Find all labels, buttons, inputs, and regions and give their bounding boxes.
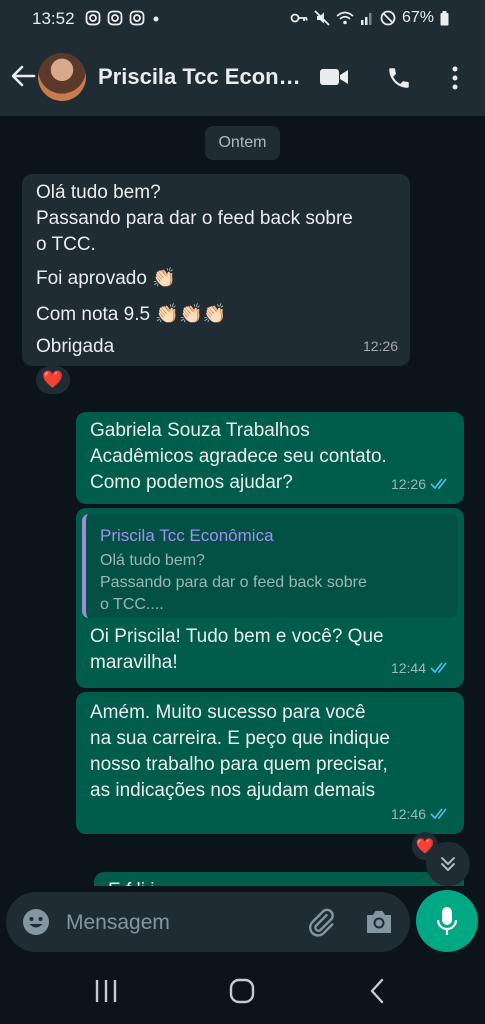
message-line: Como podemos ajudar? [90,472,293,493]
date-chip: Ontem [205,126,280,160]
message-line: Gabriela Souza Trabalhos [90,420,310,441]
voice-call-icon[interactable] [386,65,412,91]
home-icon[interactable] [229,978,255,1004]
back-arrow-icon[interactable] [10,63,36,89]
quoted-line: Olá tudo bem? [100,552,205,569]
message-line: na sua carreira. E peço que indique [90,728,390,749]
chat-area[interactable]: Ontem Olá tudo bem? Passando para dar o … [0,116,485,886]
message-line: Obrigada [36,336,115,357]
quoted-author: Priscila Tcc Econômica [100,526,274,545]
signal-icon [360,13,372,25]
message-time: 12:26 [390,476,426,492]
more-options-icon[interactable] [450,65,460,91]
message-time: 12:46 [390,806,426,822]
instagram-icon [85,10,101,26]
message-composer [6,892,410,952]
outgoing-message[interactable]: Amém. Muito sucesso para você na sua car… [76,692,464,834]
emoji-icon[interactable] [22,908,50,936]
message-line: Amém. Muito sucesso para você [90,702,366,723]
scroll-to-bottom-button[interactable] [426,842,470,886]
message-line: as indicações nos ajudam demais [90,780,376,801]
notification-icons [85,10,161,26]
battery-icon [440,10,449,25]
message-meta: 12:26 [391,471,452,497]
system-navigation-bar [0,960,485,1024]
outgoing-message-partial[interactable]: E f li i [94,872,464,886]
message-line: Com nota 9.5 👏🏻👏🏻👏🏻 [36,304,227,325]
system-icons: 67% [290,9,449,27]
incoming-message[interactable]: Olá tudo bem? Passando para dar o feed b… [22,174,410,366]
message-line: maravilha! [90,652,178,673]
message-line: Foi aprovado 👏🏻 [36,268,176,289]
message-meta: 12:46 [391,801,452,827]
camera-icon[interactable] [364,908,394,936]
dot-icon [153,16,159,22]
message-line: E f li i [108,878,154,886]
read-ticks-icon [430,808,447,820]
message-reaction[interactable]: ❤️ [36,366,70,394]
quoted-line: o TCC.... [100,596,164,613]
microphone-icon [436,907,458,935]
mute-icon [314,10,330,26]
dnd-icon [380,10,396,26]
message-time: 12:26 [362,338,398,354]
recent-apps-icon[interactable] [94,978,118,1004]
quoted-line: Passando para dar o feed back sobre [100,574,367,591]
key-icon [290,13,308,23]
contact-avatar[interactable] [38,53,86,101]
message-line: o TCC. [36,234,96,255]
read-ticks-icon [430,662,447,674]
instagram-icon [107,10,123,26]
message-input[interactable] [64,903,298,943]
video-call-icon[interactable] [319,67,349,87]
message-line: nosso trabalho para quem precisar, [90,754,388,775]
chat-title[interactable]: Priscila Tcc Econ… [98,64,308,90]
quoted-message[interactable]: Priscila Tcc Econômica Olá tudo bem? Pas… [82,514,458,618]
message-time: 12:44 [390,660,426,676]
microphone-button[interactable] [416,890,478,952]
message-line: Acadêmicos agradece seu contato. [90,446,387,467]
instagram-icon [129,10,145,26]
outgoing-message[interactable]: Priscila Tcc Econômica Olá tudo bem? Pas… [76,508,464,688]
status-bar: 13:52 67% [0,0,485,38]
status-time: 13:52 [32,9,75,28]
read-ticks-icon [430,478,447,490]
attach-icon[interactable] [306,907,336,937]
outgoing-message[interactable]: Gabriela Souza Trabalhos Acadêmicos agra… [76,412,464,504]
message-line: Passando para dar o feed back sobre [36,208,353,229]
double-chevron-down-icon [441,857,455,871]
wifi-icon [336,11,354,25]
message-line: Oi Priscila! Tudo bem e você? Que [90,626,384,647]
chat-header: Priscila Tcc Econ… [0,38,485,116]
message-line: Olá tudo bem? [36,182,161,203]
message-meta: 12:44 [391,655,452,681]
back-icon[interactable] [368,978,386,1004]
battery-percent: 67% [401,9,434,26]
heart-reaction: ❤️ [42,370,64,389]
message-meta: 12:26 [363,333,398,359]
